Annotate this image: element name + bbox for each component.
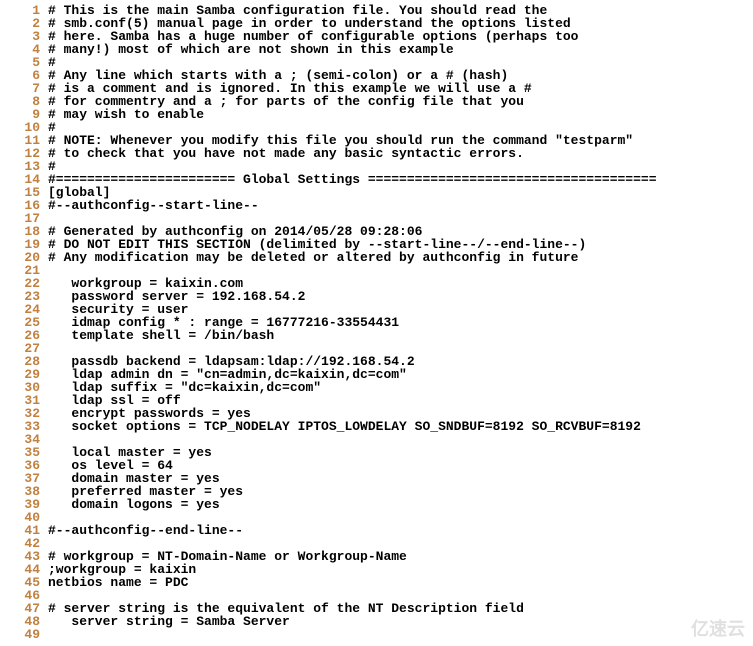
code-line: # Any modification may be deleted or alt… [48,251,753,264]
code-container: 1234567891011121314151617181920212223242… [0,4,753,641]
code-line: domain logons = yes [48,498,753,511]
code-line: socket options = TCP_NODELAY IPTOS_LOWDE… [48,420,753,433]
code-line: # may wish to enable [48,108,753,121]
watermark: 亿速云 [691,620,745,638]
code-line: server string = Samba Server [48,615,753,628]
code-line: #--authconfig--end-line-- [48,524,753,537]
code-line: # to check that you have not made any ba… [48,147,753,160]
code-content: # This is the main Samba configuration f… [48,4,753,641]
code-line: template shell = /bin/bash [48,329,753,342]
code-line: #======================= Global Settings… [48,173,753,186]
line-numbers-gutter: 1234567891011121314151617181920212223242… [0,4,48,641]
code-line: # many!) most of which are not shown in … [48,43,753,56]
code-line [48,628,753,641]
code-line: #--authconfig--start-line-- [48,199,753,212]
line-number: 49 [0,628,40,641]
code-line: netbios name = PDC [48,576,753,589]
